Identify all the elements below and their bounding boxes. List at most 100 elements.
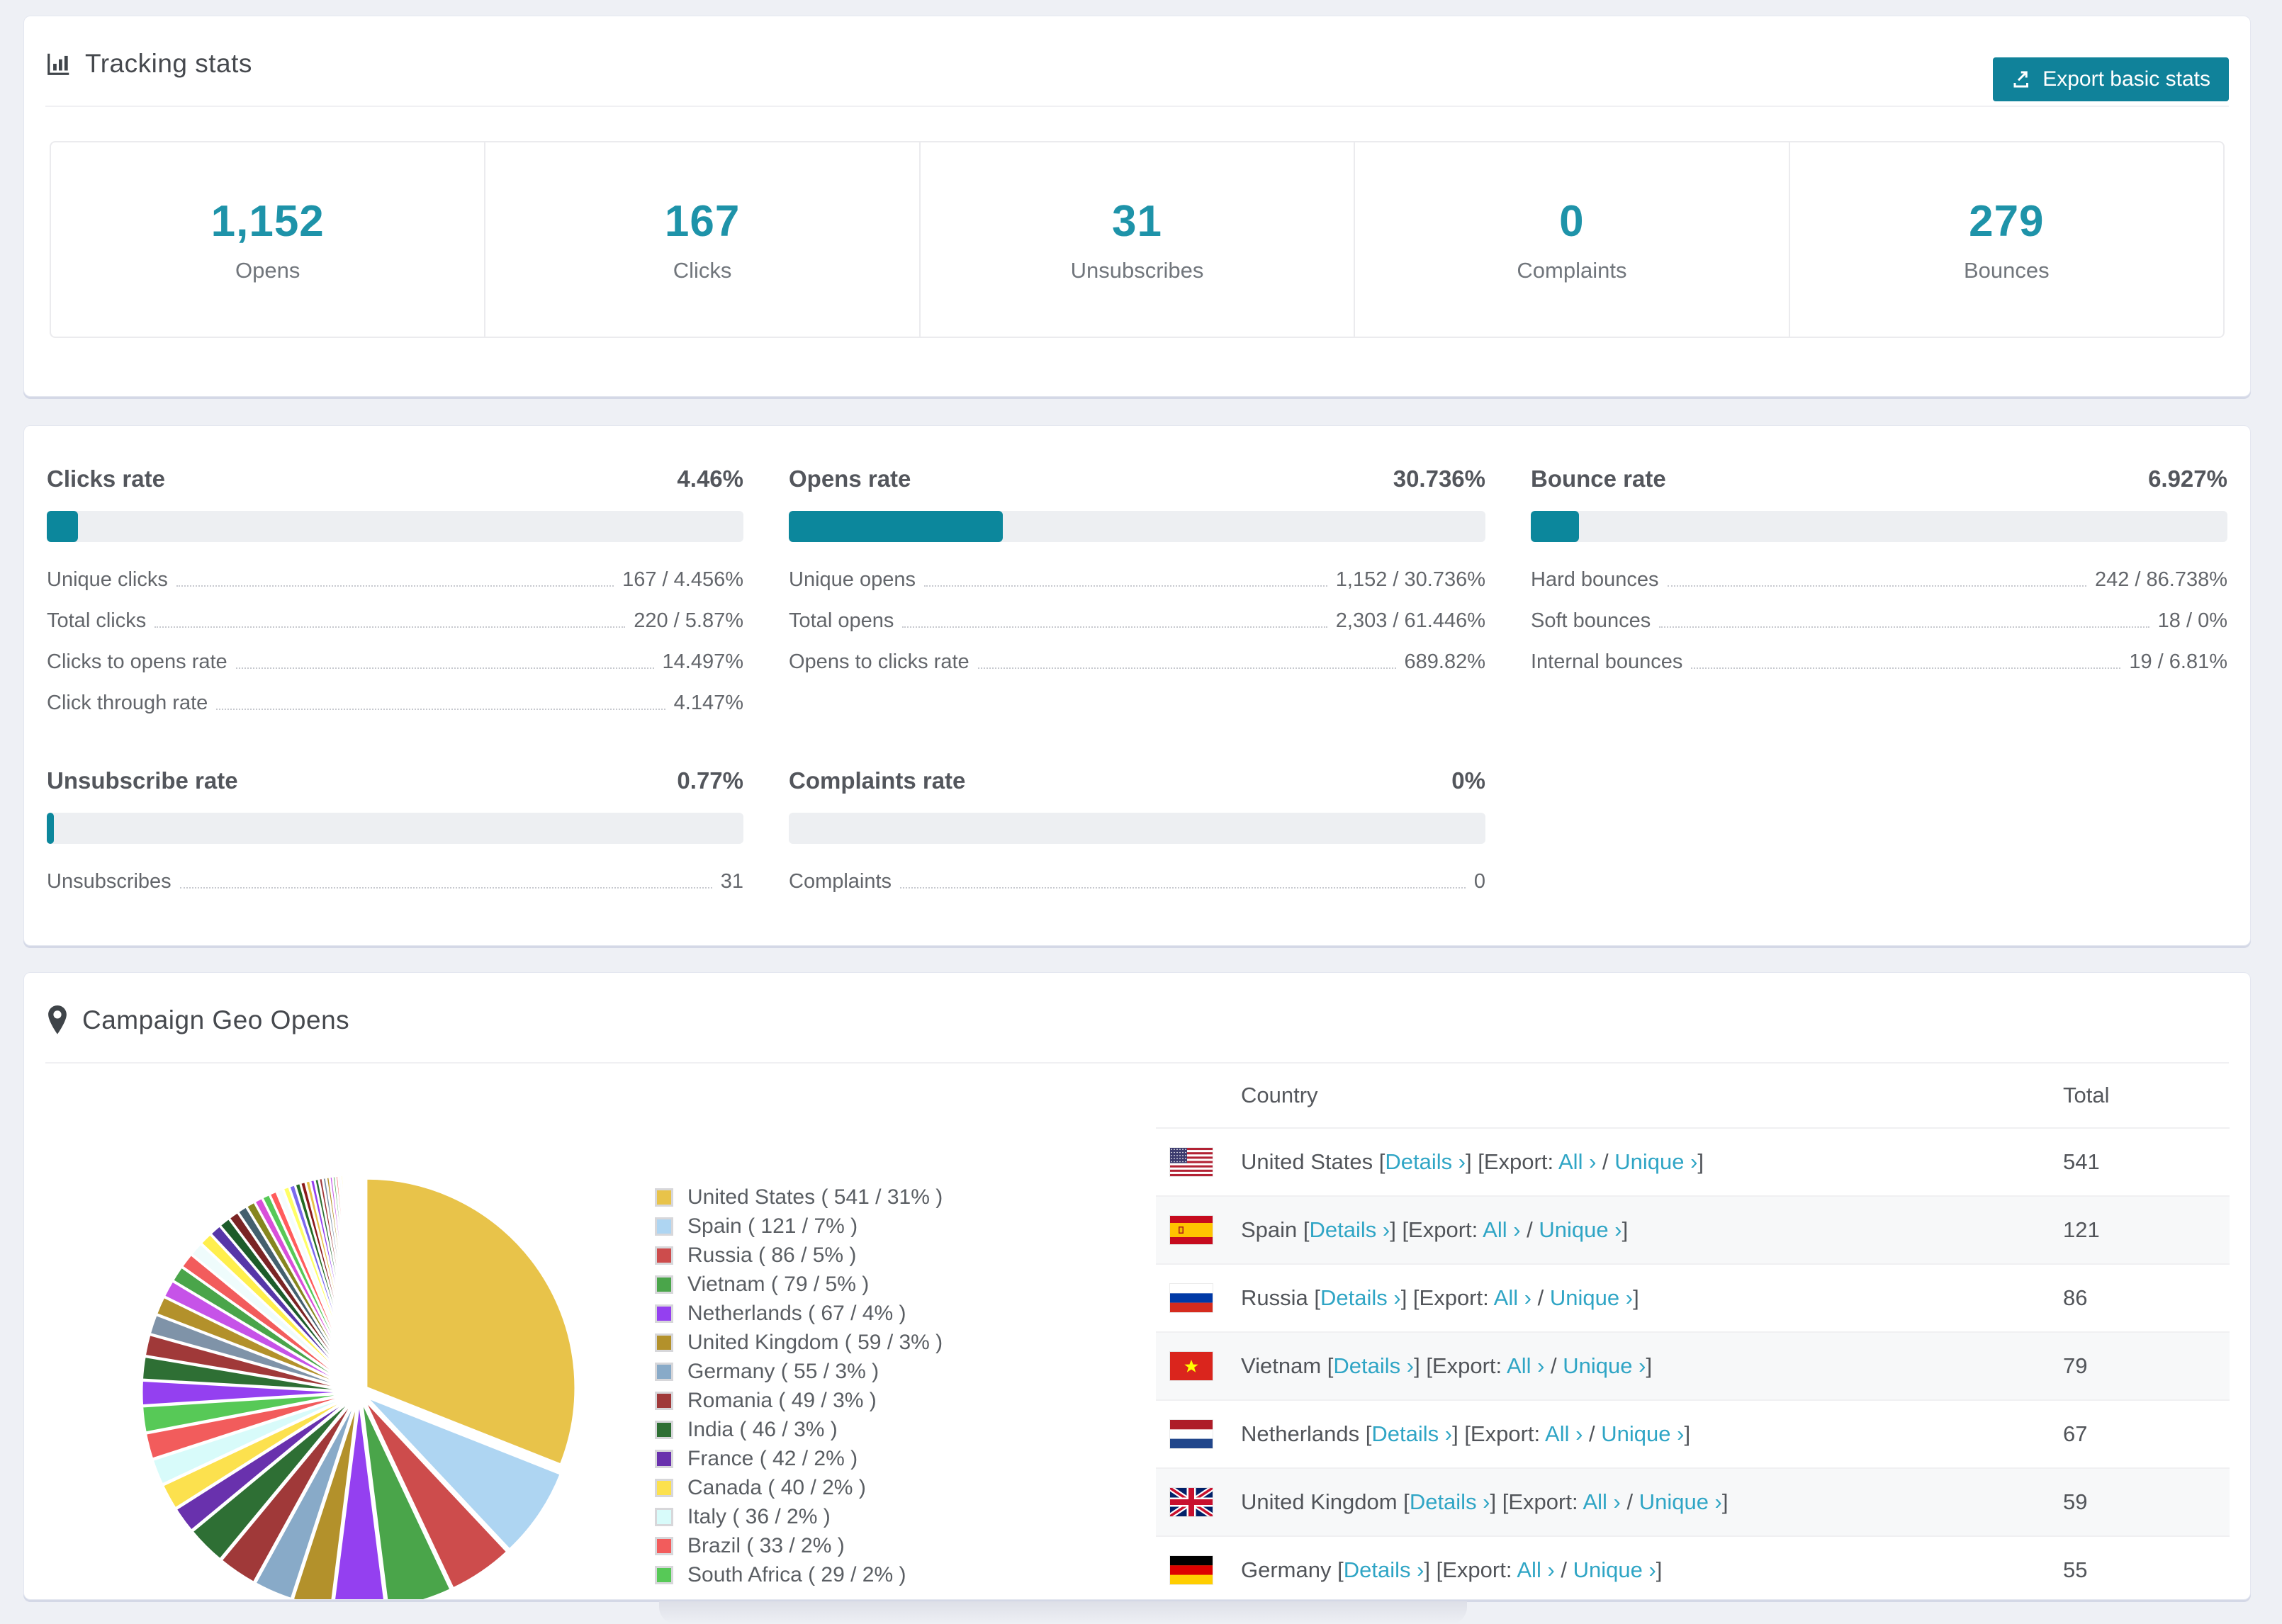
details-link[interactable]: Details ›	[1320, 1285, 1401, 1310]
summary-cell: 1,152 Opens	[51, 142, 486, 337]
summary-label: Opens	[235, 257, 300, 283]
export-unique-link[interactable]: Unique ›	[1550, 1285, 1633, 1310]
legend-label: Germany ( 55 / 3% )	[687, 1359, 879, 1383]
progress-bar	[789, 511, 1485, 542]
country-links: Russia [Details ›] [Export: All › / Uniq…	[1241, 1285, 1639, 1310]
legend-item: Italy ( 36 / 2% )	[655, 1502, 943, 1531]
legend-swatch	[655, 1565, 673, 1584]
rate-value: 30.736%	[1393, 466, 1485, 492]
rate-panel-header: Unsubscribe rate 0.77%	[47, 767, 743, 794]
progress-bar-fill	[47, 813, 54, 844]
legend-item: France ( 42 / 2% )	[655, 1444, 943, 1473]
rate-value: 4.46%	[677, 466, 743, 492]
detail-row: Hard bounces 242 / 86.738%	[1531, 558, 2227, 599]
legend-swatch	[655, 1217, 673, 1236]
legend-swatch	[655, 1188, 673, 1207]
total-cell: 121	[2063, 1217, 2100, 1242]
country-cell: Netherlands [Details ›] [Export: All › /…	[1170, 1420, 2063, 1448]
export-all-link[interactable]: All ›	[1494, 1285, 1531, 1310]
detail-value: 14.497%	[662, 650, 744, 673]
details-link[interactable]: Details ›	[1333, 1353, 1414, 1378]
legend-label: Vietnam ( 79 / 5% )	[687, 1272, 870, 1296]
legend-label: Netherlands ( 67 / 4% )	[687, 1301, 906, 1325]
detail-value: 167 / 4.456%	[622, 568, 743, 591]
export-unique-link[interactable]: Unique ›	[1573, 1557, 1656, 1582]
detail-value: 2,303 / 61.446%	[1335, 609, 1485, 632]
country-cell: Spain [Details ›] [Export: All › / Uniqu…	[1170, 1216, 2063, 1244]
rate-detail-rows: Unique opens 1,152 / 30.736% Total opens 2,…	[789, 558, 1485, 681]
summary-value: 0	[1559, 196, 1585, 246]
export-all-link[interactable]: All ›	[1483, 1217, 1520, 1242]
country-links: Vietnam [Details ›] [Export: All › / Uni…	[1241, 1353, 1653, 1378]
dotted-leader	[900, 887, 1466, 889]
total-cell: 67	[2063, 1421, 2088, 1446]
legend-item: Brazil ( 33 / 2% )	[655, 1531, 943, 1560]
geo-body: United States ( 541 / 31% ) Spain ( 121 /…	[24, 1064, 2250, 1599]
progress-bar	[47, 813, 743, 844]
details-link[interactable]: Details ›	[1344, 1557, 1424, 1582]
country-flag-icon	[1170, 1216, 1213, 1244]
rate-title: Unsubscribe rate	[47, 767, 238, 794]
details-link[interactable]: Details ›	[1385, 1149, 1466, 1174]
country-links: Spain [Details ›] [Export: All › / Uniqu…	[1241, 1217, 1629, 1242]
detail-label: Internal bounces	[1531, 650, 1683, 673]
rate-panel: Opens rate 30.736% Unique opens 1,152 / 30.…	[789, 466, 1485, 722]
dotted-leader	[235, 667, 654, 669]
rate-title: Complaints rate	[789, 767, 966, 794]
details-link[interactable]: Details ›	[1410, 1489, 1490, 1514]
legend-label: Italy ( 36 / 2% )	[687, 1504, 831, 1528]
export-unique-link[interactable]: Unique ›	[1563, 1353, 1646, 1378]
detail-row: Unique opens 1,152 / 30.736%	[789, 558, 1485, 599]
rate-panel: Clicks rate 4.46% Unique clicks 167 / 4.456…	[47, 466, 743, 722]
country-flag-icon	[1170, 1352, 1213, 1380]
table-row: United States [Details ›] [Export: All ›…	[1156, 1129, 2230, 1197]
legend-item: Romania ( 49 / 3% )	[655, 1386, 943, 1415]
progress-bar-fill	[789, 511, 1004, 542]
progress-bar	[47, 511, 743, 542]
detail-value: 0	[1473, 870, 1485, 893]
rate-detail-rows: Hard bounces 242 / 86.738% Soft bounces 18 …	[1531, 558, 2227, 681]
total-cell: 79	[2063, 1353, 2088, 1378]
legend-swatch	[655, 1536, 673, 1555]
legend-swatch	[655, 1362, 673, 1381]
detail-label: Unique clicks	[47, 568, 168, 591]
tracking-stats-card: Tracking stats Export basic stats 1,152 O…	[23, 16, 2251, 397]
dotted-leader	[179, 887, 712, 889]
legend-item: Vietnam ( 79 / 5% )	[655, 1270, 943, 1299]
progress-bar	[789, 813, 1485, 844]
legend-item: Germany ( 55 / 3% )	[655, 1357, 943, 1386]
progress-bar	[1531, 511, 2227, 542]
detail-value: 18 / 0%	[2157, 609, 2227, 632]
export-all-link[interactable]: All ›	[1517, 1557, 1554, 1582]
export-basic-stats-button[interactable]: Export basic stats	[1993, 57, 2229, 101]
details-link[interactable]: Details ›	[1310, 1217, 1390, 1242]
rate-detail-rows: Unique clicks 167 / 4.456% Total clicks 220…	[47, 558, 743, 722]
details-link[interactable]: Details ›	[1371, 1421, 1452, 1446]
rate-detail-rows: Complaints 0	[789, 859, 1485, 901]
detail-row: Total clicks 220 / 5.87%	[47, 599, 743, 640]
summary-value: 279	[1969, 196, 2045, 246]
detail-label: Click through rate	[47, 692, 208, 714]
export-all-link[interactable]: All ›	[1507, 1353, 1544, 1378]
legend-swatch	[655, 1391, 673, 1410]
export-unique-link[interactable]: Unique ›	[1601, 1421, 1684, 1446]
total-cell: 59	[2063, 1489, 2088, 1514]
dotted-leader	[176, 585, 614, 587]
detail-row: Internal bounces 19 / 6.81%	[1531, 640, 2227, 681]
export-unique-link[interactable]: Unique ›	[1539, 1217, 1621, 1242]
export-all-link[interactable]: All ›	[1583, 1489, 1620, 1514]
export-all-link[interactable]: All ›	[1558, 1149, 1596, 1174]
export-unique-link[interactable]: Unique ›	[1614, 1149, 1697, 1174]
detail-row: Soft bounces 18 / 0%	[1531, 599, 2227, 640]
progress-bar-fill	[1531, 511, 1580, 542]
dotted-leader	[154, 626, 626, 628]
country-links: United Kingdom [Details ›] [Export: All …	[1241, 1489, 1729, 1514]
table-row: Germany [Details ›] [Export: All › / Uni…	[1156, 1537, 2230, 1599]
export-all-link[interactable]: All ›	[1545, 1421, 1583, 1446]
detail-label: Clicks to opens rate	[47, 650, 227, 673]
detail-label: Hard bounces	[1531, 568, 1659, 591]
country-links: Germany [Details ›] [Export: All › / Uni…	[1241, 1557, 1663, 1582]
export-unique-link[interactable]: Unique ›	[1639, 1489, 1722, 1514]
dotted-leader	[216, 709, 665, 710]
legend-label: United States ( 541 / 31% )	[687, 1185, 943, 1209]
